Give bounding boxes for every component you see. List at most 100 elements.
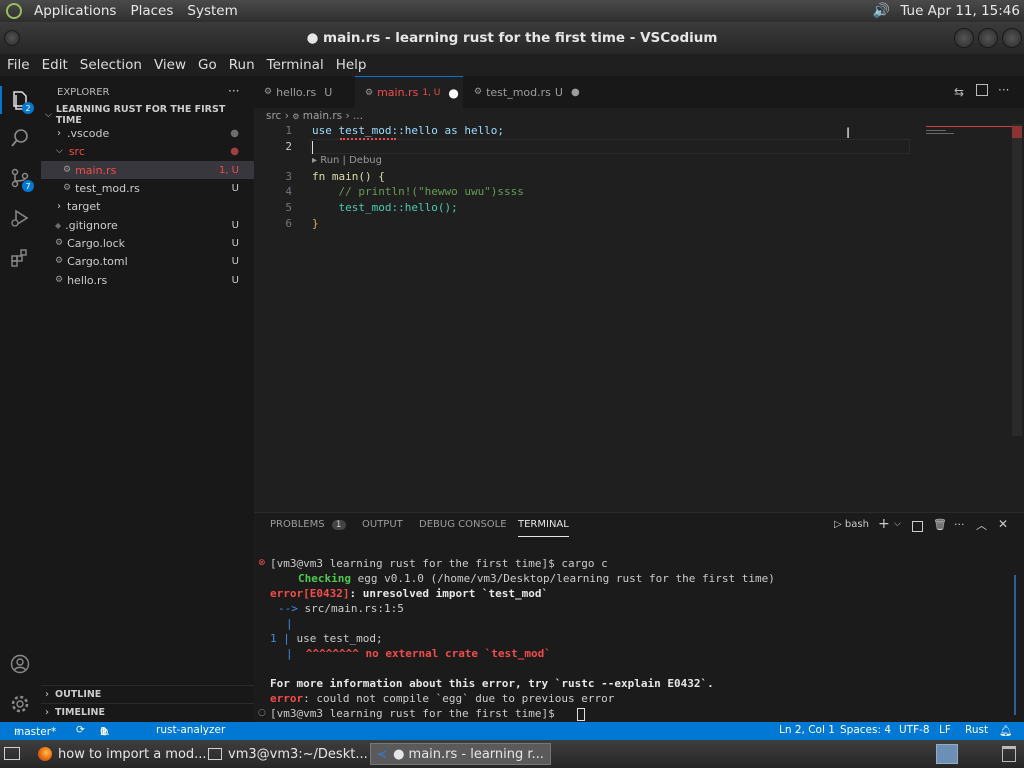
notifications-bell-icon[interactable]: 🔔︎ <box>999 724 1012 737</box>
line-ending[interactable]: LF <box>939 724 951 736</box>
codelens-run-debug[interactable]: ▸ Run | Debug <box>312 155 382 166</box>
terminal-text: use test_mod; <box>289 632 383 645</box>
tree-item-label: Cargo.toml <box>67 254 128 268</box>
tree-item-target[interactable]: › target <box>41 197 254 215</box>
close-panel-icon[interactable]: ✕ <box>998 517 1008 531</box>
compare-changes-icon[interactable]: ⇆ <box>954 85 964 99</box>
taskbar-item-terminal[interactable]: vm3@vm3:~/Deskt... <box>202 743 374 765</box>
tree-item-cargo-toml[interactable]: ⚙ Cargo.toml U <box>41 252 254 270</box>
codelens-label[interactable]: Run | Debug <box>320 155 382 166</box>
terminal-line: | ^^^^^^^^ no external crate `test_mod` <box>286 647 551 660</box>
breadcrumb-root[interactable]: src <box>266 110 281 122</box>
clock[interactable]: Tue Apr 11, 15:46 <box>900 3 1020 19</box>
tab-output[interactable]: OUTPUT <box>362 519 403 537</box>
tree-item-hello-rs[interactable]: ⚙ hello.rs U <box>41 271 254 289</box>
explorer-icon[interactable]: 2 <box>8 88 34 114</box>
system-menu[interactable]: System <box>187 3 237 19</box>
breadcrumb-rest[interactable]: ... <box>353 110 363 122</box>
taskbar-item-vscodium[interactable]: ≺ ● main.rs - learning r... <box>370 743 551 765</box>
warning-count: 0 <box>100 726 107 738</box>
cursor-position[interactable]: Ln 2, Col 1 <box>779 724 835 736</box>
chevron-right-icon: › <box>45 689 49 700</box>
search-icon[interactable] <box>8 126 32 150</box>
tree-item-test-mod-rs[interactable]: ⚙ test_mod.rs U <box>41 179 254 197</box>
menu-help[interactable]: Help <box>331 57 372 73</box>
maximize-button[interactable] <box>978 28 998 48</box>
workspace-folder-header[interactable]: ⌵ LEARNING RUST FOR THE FIRST TIME <box>41 104 254 126</box>
menu-terminal[interactable]: Terminal <box>262 57 329 73</box>
tab-hello-rs[interactable]: ⚙ hello.rs U <box>254 76 354 108</box>
terminal-prompt: [vm3@vm3 learning rust for the first tim… <box>270 707 555 720</box>
tab-debug-console[interactable]: DEBUG CONSOLE <box>419 519 507 537</box>
menu-view[interactable]: View <box>149 57 191 73</box>
more-actions-icon[interactable]: ··· <box>998 83 1009 97</box>
editor-scrollbar[interactable] <box>1012 124 1022 436</box>
tree-item-main-rs[interactable]: ⚙ main.rs 1, U <box>41 161 254 179</box>
terminal-scrollbar[interactable] <box>1014 575 1022 715</box>
tab-terminal[interactable]: TERMINAL <box>518 519 569 537</box>
workspace-switcher[interactable] <box>936 744 958 764</box>
tree-item-vscode[interactable]: › .vscode ● <box>41 124 254 142</box>
panel-more-icon[interactable]: ··· <box>954 518 965 531</box>
places-menu[interactable]: Places <box>130 3 173 19</box>
volume-icon[interactable]: 🔊 <box>873 3 890 19</box>
menu-selection[interactable]: Selection <box>75 57 147 73</box>
timeline-section[interactable]: › TIMELINE <box>41 703 254 721</box>
tab-problems[interactable]: PROBLEMS 1 <box>270 519 346 537</box>
terminal-line: [vm3@vm3 learning rust for the first tim… <box>270 557 608 570</box>
terminal-error-code: error[E0432] <box>270 587 350 600</box>
unsaved-dot-icon[interactable]: ● <box>571 87 580 98</box>
tab-main-rs[interactable]: ⚙ main.rs 1, U ● <box>355 76 463 108</box>
applications-menu[interactable]: Applications <box>34 3 116 19</box>
breadcrumb-file[interactable]: main.rs <box>303 110 342 122</box>
chevron-down-icon[interactable]: ⌵ <box>894 519 901 529</box>
encoding[interactable]: UTF-8 <box>899 724 930 736</box>
extensions-icon[interactable] <box>8 246 32 270</box>
terminal-error-label: error <box>270 692 304 705</box>
tab-test-mod-rs[interactable]: ⚙ test_mod.rs U ● <box>464 76 580 108</box>
new-terminal-icon[interactable]: + <box>878 516 890 532</box>
show-desktop-icon[interactable] <box>4 747 20 760</box>
outline-section[interactable]: › OUTLINE <box>41 685 254 703</box>
command-error-decoration-icon[interactable]: ⊗ <box>258 558 266 568</box>
explorer-more-icon[interactable]: ··· <box>228 84 239 98</box>
language-mode[interactable]: Rust <box>965 724 988 736</box>
command-decoration-icon[interactable]: ○ <box>258 708 266 718</box>
menu-file[interactable]: File <box>2 57 35 73</box>
minimap[interactable] <box>926 124 1012 138</box>
kill-terminal-icon[interactable]: 🗑 <box>933 518 947 531</box>
maximize-panel-icon[interactable]: ︿ <box>976 517 987 533</box>
menu-run[interactable]: Run <box>224 57 260 73</box>
menu-edit[interactable]: Edit <box>37 57 73 73</box>
window-titlebar: ● main.rs - learning rust for the first … <box>0 22 1024 54</box>
rust-analyzer-status[interactable]: rust-analyzer <box>156 724 225 736</box>
unsaved-dot-icon[interactable]: ● <box>448 86 458 100</box>
run-debug-icon[interactable] <box>8 206 32 230</box>
code-editor[interactable]: src › ⚙ main.rs › ... 1 2 3 4 5 6 use te… <box>254 108 1024 512</box>
split-editor-icon[interactable] <box>976 84 988 96</box>
tree-item-gitignore[interactable]: ◆ .gitignore U <box>41 216 254 234</box>
code-line-5: test_mod::hello(); <box>312 201 458 214</box>
terminal-text: : unresolved import `test_mod` <box>349 587 549 600</box>
indentation[interactable]: Spaces: 4 <box>840 724 891 736</box>
taskbar-item-firefox[interactable]: how to import a mod... <box>32 743 213 765</box>
line-number: 3 <box>285 170 292 183</box>
chevron-right-icon: › <box>45 707 49 718</box>
gnome-foot-icon[interactable] <box>6 3 22 19</box>
trash-icon[interactable] <box>1002 746 1016 762</box>
split-terminal-icon[interactable] <box>912 521 923 532</box>
terminal-shell-selector[interactable]: ▷ bash <box>834 519 869 530</box>
tree-item-src[interactable]: ⌵ src ● <box>41 142 254 160</box>
close-window-button[interactable] <box>1002 28 1022 48</box>
menu-go[interactable]: Go <box>193 57 222 73</box>
account-icon[interactable] <box>8 652 32 676</box>
terminal-icon <box>208 748 222 760</box>
window-menu-button[interactable] <box>4 30 20 46</box>
settings-gear-icon[interactable] <box>8 692 32 716</box>
sync-icon[interactable]: ⟳ <box>76 724 85 736</box>
tree-item-cargo-lock[interactable]: ⚙ Cargo.lock U <box>41 234 254 252</box>
terminal-line: Checking egg v0.1.0 (/home/vm3/Desktop/l… <box>298 572 775 585</box>
minimize-button[interactable] <box>954 28 974 48</box>
rust-file-icon: ⚙ <box>292 112 300 121</box>
source-control-icon[interactable]: 7 <box>8 166 34 192</box>
